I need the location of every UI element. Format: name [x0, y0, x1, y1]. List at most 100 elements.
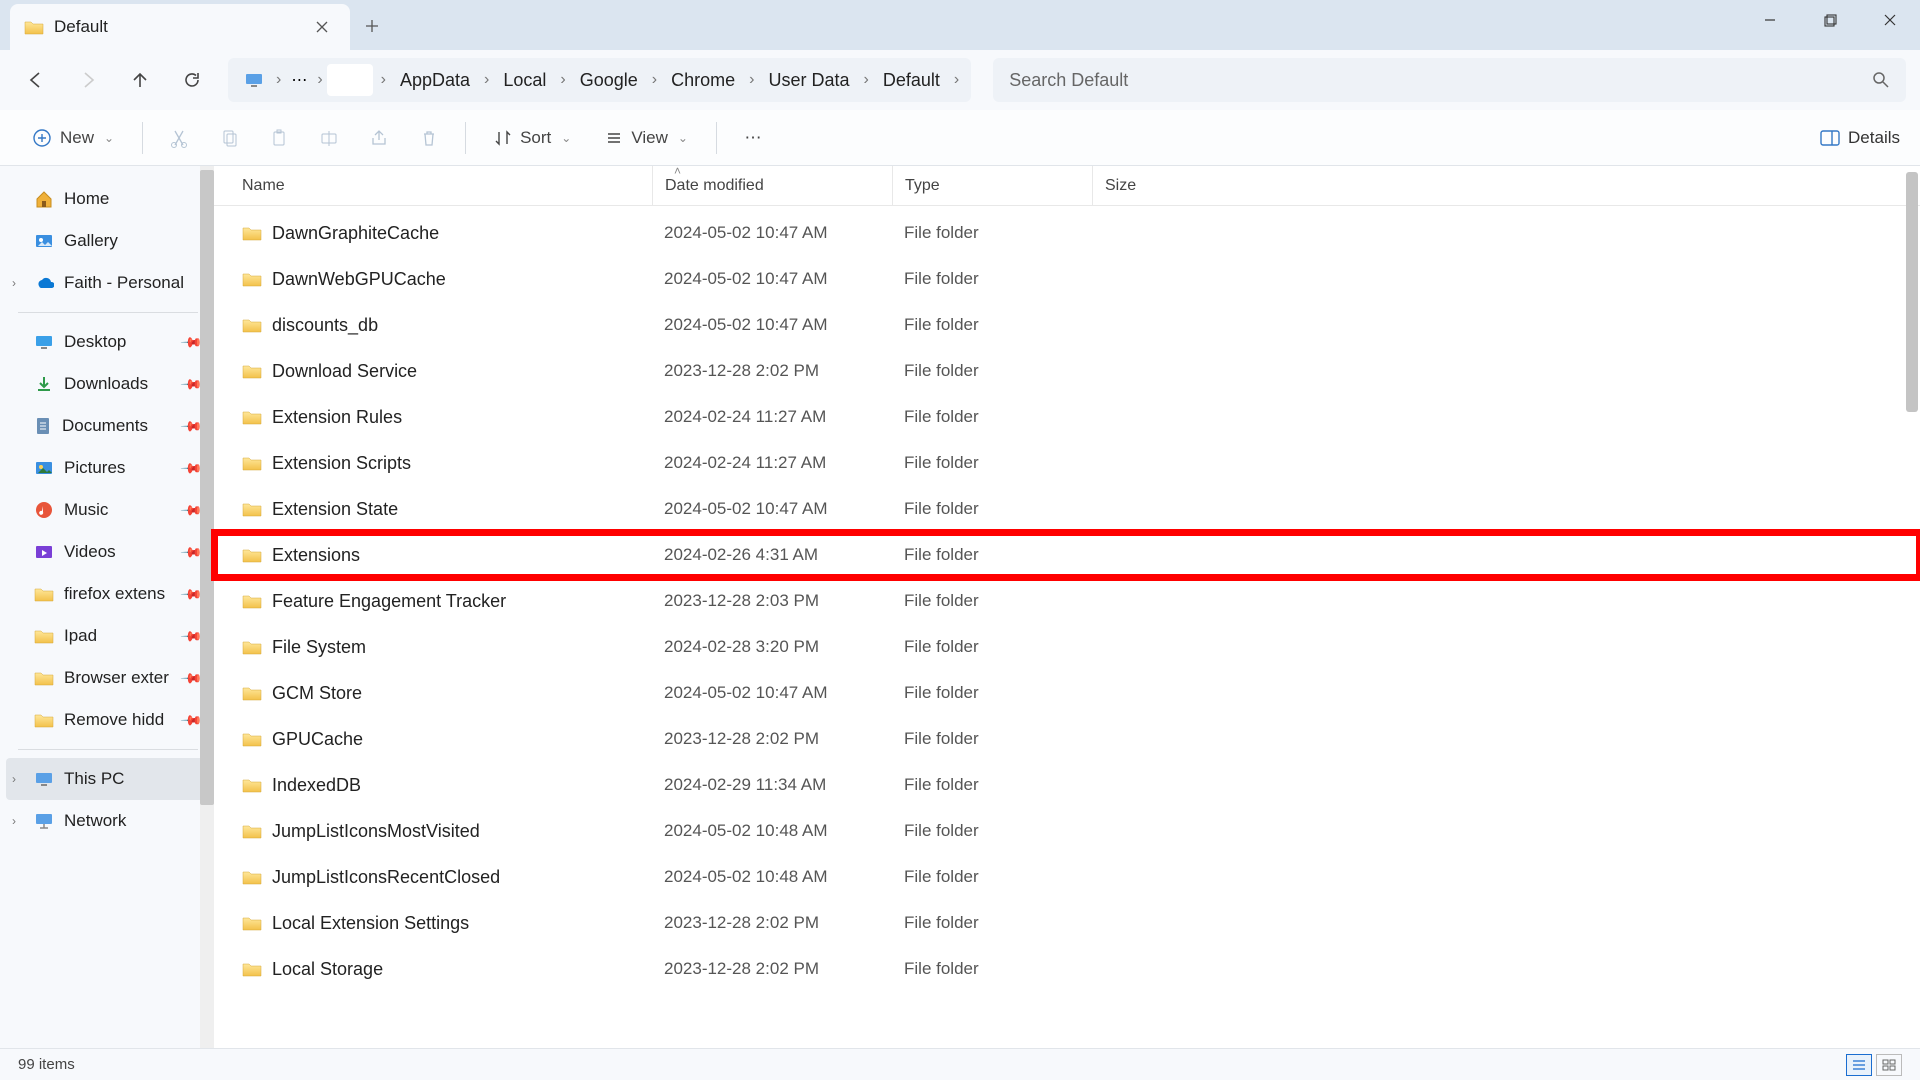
paste-button[interactable]	[259, 118, 299, 158]
file-name: Extension State	[272, 499, 398, 520]
close-button[interactable]	[1860, 0, 1920, 40]
nav-item-this-pc[interactable]: › This PC	[6, 758, 210, 800]
overflow-icon[interactable]: ⋯	[285, 70, 313, 90]
file-date: 2023-12-28 2:02 PM	[652, 361, 892, 381]
file-row[interactable]: GCM Store2024-05-02 10:47 AMFile folder	[214, 670, 1920, 716]
file-row[interactable]: DawnGraphiteCache2024-05-02 10:47 AMFile…	[214, 210, 1920, 256]
file-row[interactable]: Local Extension Settings2023-12-28 2:02 …	[214, 900, 1920, 946]
file-row[interactable]: Local Storage2023-12-28 2:02 PMFile fold…	[214, 946, 1920, 992]
breadcrumb[interactable]: › ⋯ › › AppData› Local› Google› Chrome› …	[228, 58, 971, 102]
view-button[interactable]: View⌄	[593, 118, 700, 158]
breadcrumb-seg[interactable]: AppData	[390, 58, 480, 102]
item-count: 99 items	[18, 1056, 75, 1073]
nav-item-videos[interactable]: Videos📌	[6, 531, 210, 573]
more-button[interactable]: ⋯	[733, 118, 773, 158]
breadcrumb-seg[interactable]: Google	[570, 58, 648, 102]
file-type: File folder	[892, 729, 1092, 749]
file-name: Extension Scripts	[272, 453, 411, 474]
chevron-right-icon[interactable]: ›	[12, 814, 16, 828]
file-row[interactable]: Extensions2024-02-26 4:31 AMFile folder	[214, 532, 1920, 578]
file-row[interactable]: JumpListIconsRecentClosed2024-05-02 10:4…	[214, 854, 1920, 900]
file-date: 2024-02-26 4:31 AM	[652, 545, 892, 565]
videos-icon	[34, 543, 54, 561]
folder-icon	[34, 628, 54, 644]
sort-button[interactable]: Sort⌄	[482, 118, 583, 158]
icons-view-toggle[interactable]	[1876, 1054, 1902, 1076]
file-row[interactable]: discounts_db2024-05-02 10:47 AMFile fold…	[214, 302, 1920, 348]
nav-item-faith---personal[interactable]: ›Faith - Personal	[6, 262, 210, 304]
col-date[interactable]: Date modified	[652, 166, 892, 205]
nav-item-browser-exter[interactable]: Browser exter📌	[6, 657, 210, 699]
file-row[interactable]: IndexedDB2024-02-29 11:34 AMFile folder	[214, 762, 1920, 808]
nav-item-pictures[interactable]: Pictures📌	[6, 447, 210, 489]
col-name[interactable]: Name	[242, 177, 652, 195]
nav-label: Gallery	[64, 231, 118, 251]
col-size[interactable]: Size	[1092, 166, 1212, 205]
file-row[interactable]: Download Service2023-12-28 2:02 PMFile f…	[214, 348, 1920, 394]
pc-icon[interactable]	[236, 72, 272, 88]
file-list-scrollbar[interactable]	[1902, 166, 1920, 1048]
forward-button[interactable]	[66, 58, 110, 102]
file-name: IndexedDB	[272, 775, 361, 796]
nav-label: This PC	[64, 769, 124, 789]
refresh-button[interactable]	[170, 58, 214, 102]
file-name: Local Extension Settings	[272, 913, 469, 934]
address-bar: › ⋯ › › AppData› Local› Google› Chrome› …	[0, 50, 1920, 110]
copy-button[interactable]	[209, 118, 249, 158]
breadcrumb-seg[interactable]: Local	[493, 58, 556, 102]
new-tab-button[interactable]	[350, 4, 394, 48]
folder-icon	[34, 586, 54, 602]
nav-item-network[interactable]: ›Network	[6, 800, 210, 842]
minimize-button[interactable]	[1740, 0, 1800, 40]
status-bar: 99 items	[0, 1048, 1920, 1080]
file-type: File folder	[892, 637, 1092, 657]
search-input[interactable]: Search Default	[993, 58, 1906, 102]
file-row[interactable]: File System2024-02-28 3:20 PMFile folder	[214, 624, 1920, 670]
details-view-toggle[interactable]	[1846, 1054, 1872, 1076]
title-bar: Default	[0, 0, 1920, 50]
breadcrumb-seg[interactable]: User Data	[758, 58, 859, 102]
cut-button[interactable]	[159, 118, 199, 158]
nav-item-ipad[interactable]: Ipad📌	[6, 615, 210, 657]
nav-item-firefox-extens[interactable]: firefox extens📌	[6, 573, 210, 615]
up-button[interactable]	[118, 58, 162, 102]
breadcrumb-seg[interactable]: Default	[873, 58, 950, 102]
nav-item-gallery[interactable]: Gallery	[6, 220, 210, 262]
details-button[interactable]: Details	[1820, 128, 1900, 148]
breadcrumb-edit[interactable]	[327, 64, 373, 96]
file-row[interactable]: Extension State2024-05-02 10:47 AMFile f…	[214, 486, 1920, 532]
new-button[interactable]: New⌄	[20, 118, 126, 158]
file-row[interactable]: Feature Engagement Tracker2023-12-28 2:0…	[214, 578, 1920, 624]
onedrive-icon	[34, 276, 54, 290]
file-name: GPUCache	[272, 729, 363, 750]
nav-item-desktop[interactable]: Desktop📌	[6, 321, 210, 363]
file-row[interactable]: GPUCache2023-12-28 2:02 PMFile folder	[214, 716, 1920, 762]
column-headers[interactable]: Name Date modified Type Size	[214, 166, 1920, 206]
col-type[interactable]: Type	[892, 166, 1092, 205]
window-tab[interactable]: Default	[10, 4, 350, 50]
maximize-button[interactable]	[1800, 0, 1860, 40]
file-row[interactable]: DawnWebGPUCache2024-05-02 10:47 AMFile f…	[214, 256, 1920, 302]
nav-item-remove-hidd[interactable]: Remove hidd📌	[6, 699, 210, 741]
nav-item-music[interactable]: Music📌	[6, 489, 210, 531]
breadcrumb-seg[interactable]: Chrome	[661, 58, 745, 102]
tab-close-button[interactable]	[308, 13, 336, 41]
file-row[interactable]: Extension Scripts2024-02-24 11:27 AMFile…	[214, 440, 1920, 486]
sidebar-scrollbar[interactable]	[200, 166, 214, 1048]
file-row[interactable]: Extension Rules2024-02-24 11:27 AMFile f…	[214, 394, 1920, 440]
folder-icon	[242, 869, 262, 885]
nav-item-documents[interactable]: Documents📌	[6, 405, 210, 447]
folder-icon	[242, 639, 262, 655]
share-button[interactable]	[359, 118, 399, 158]
delete-button[interactable]	[409, 118, 449, 158]
gallery-icon	[34, 232, 54, 250]
chevron-right-icon[interactable]: ›	[12, 772, 16, 786]
chevron-right-icon[interactable]: ›	[12, 276, 16, 290]
file-row[interactable]: JumpListIconsMostVisited2024-05-02 10:48…	[214, 808, 1920, 854]
nav-item-downloads[interactable]: Downloads📌	[6, 363, 210, 405]
back-button[interactable]	[14, 58, 58, 102]
nav-label: firefox extens	[64, 584, 165, 604]
chevron-icon[interactable]: ›	[272, 71, 285, 89]
nav-item-home[interactable]: Home	[6, 178, 210, 220]
rename-button[interactable]	[309, 118, 349, 158]
